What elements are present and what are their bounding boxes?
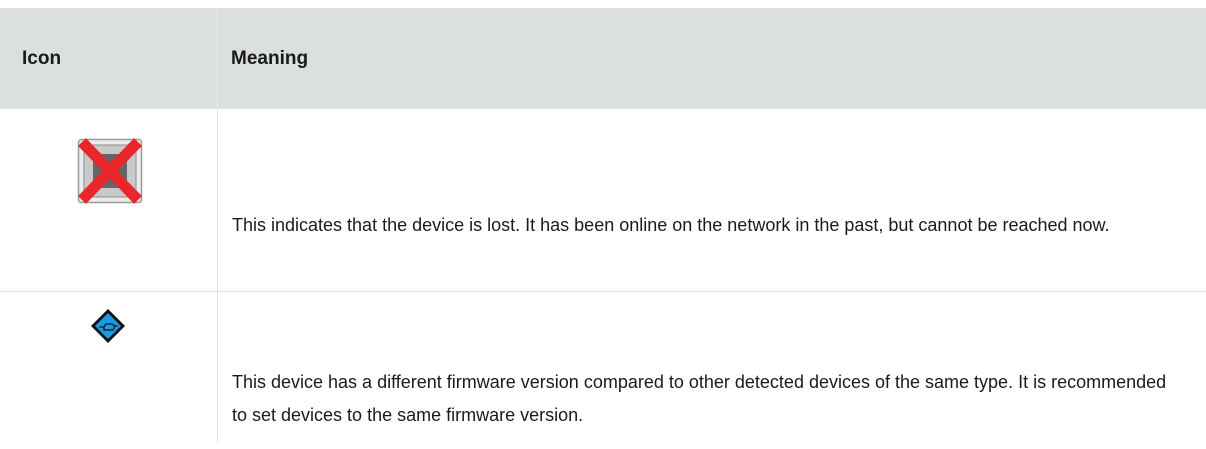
table-row: This indicates that the device is lost. … — [0, 109, 1206, 292]
table-row: This device has a different firmware ver… — [0, 292, 1206, 442]
icon-cell — [0, 292, 218, 442]
icon-column-header: Icon — [0, 8, 218, 109]
icon-cell — [0, 109, 218, 291]
table-header-row: Icon Meaning — [0, 8, 1206, 109]
icon-legend-table: Icon Meaning This indicates that the dev… — [0, 8, 1206, 449]
firmware-mismatch-icon — [91, 309, 125, 343]
meaning-text: This indicates that the device is lost. … — [232, 215, 1110, 235]
meaning-text: This device has a different firmware ver… — [232, 372, 1167, 425]
meaning-cell: This indicates that the device is lost. … — [218, 109, 1206, 291]
meaning-column-header: Meaning — [231, 47, 309, 69]
device-lost-icon — [77, 138, 143, 204]
meaning-cell: This device has a different firmware ver… — [218, 292, 1206, 442]
